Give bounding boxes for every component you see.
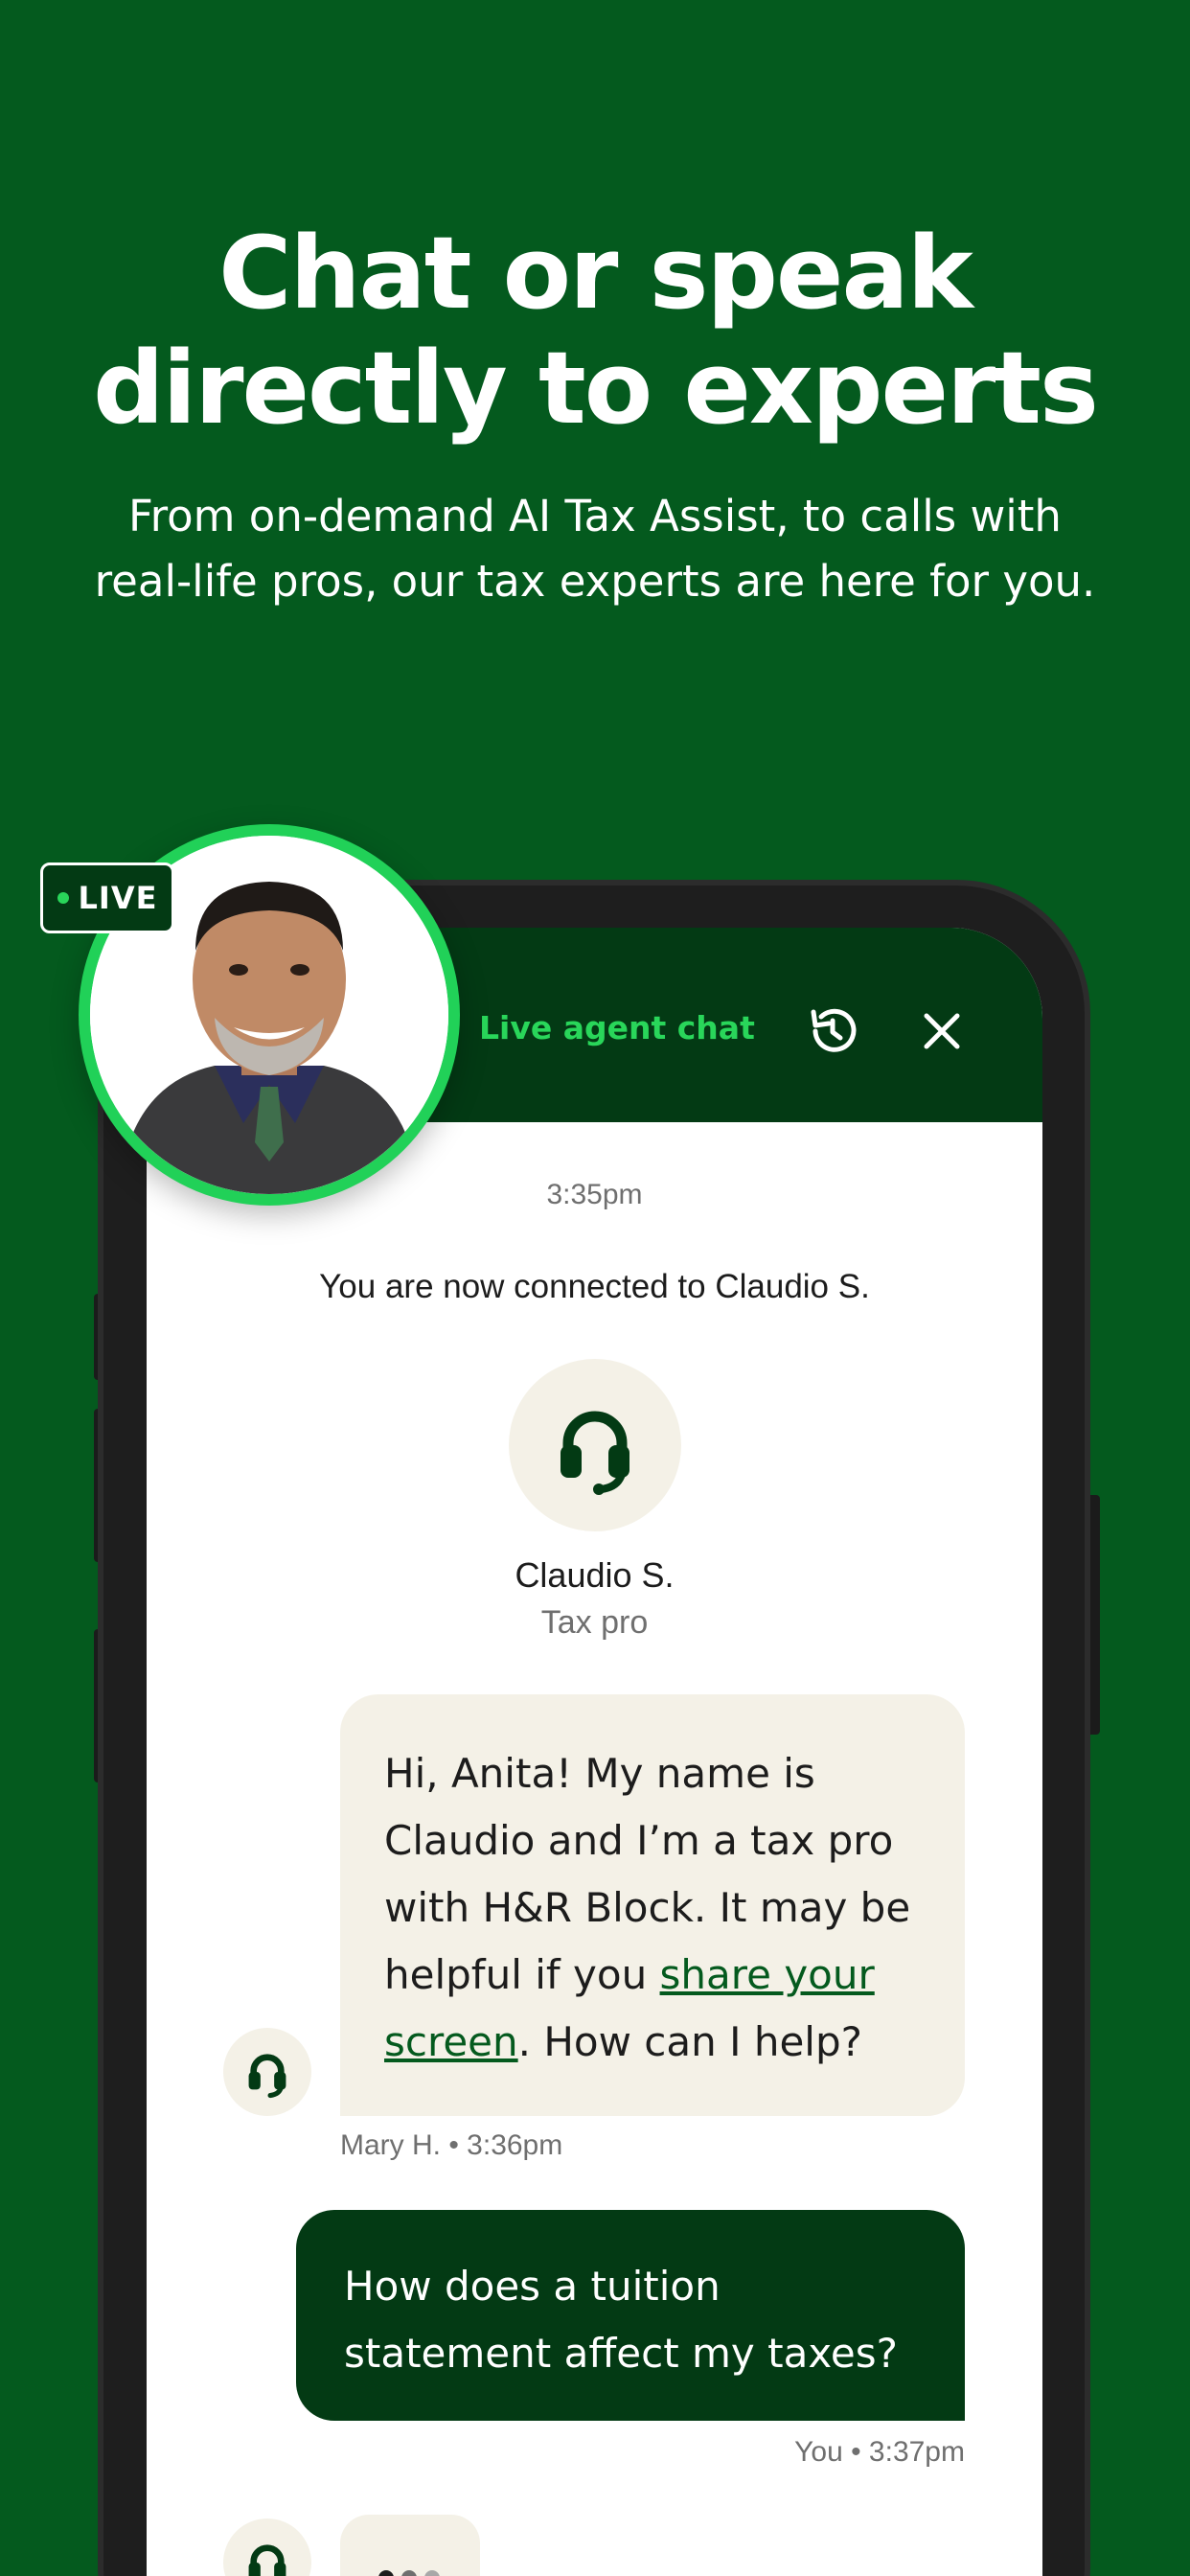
agent-message-avatar: [223, 2028, 311, 2116]
typing-dot: [378, 2570, 394, 2576]
headline-line-2: directly to experts: [93, 330, 1099, 447]
headline-line-1: Chat or speak: [218, 215, 973, 332]
close-button[interactable]: [911, 1000, 973, 1062]
agent-name: Claudio S.: [515, 1555, 675, 1595]
typing-indicator: [340, 2515, 480, 2576]
chat-title: Live agent chat: [479, 1009, 755, 1046]
headset-icon: [248, 2544, 286, 2576]
agent-role: Tax pro: [540, 1604, 649, 1641]
agent-avatar: [509, 1359, 681, 1531]
subheadline: From on-demand AI Tax Assist, to calls w…: [0, 484, 1190, 614]
user-message-meta: You • 3:37pm: [794, 2436, 965, 2468]
history-button[interactable]: [802, 1000, 863, 1062]
live-badge: LIVE: [40, 862, 174, 933]
headset-icon: [561, 1411, 629, 1495]
subheadline-line-2: real-life pros, our tax experts are here…: [94, 556, 1096, 607]
subheadline-line-1: From on-demand AI Tax Assist, to calls w…: [128, 491, 1062, 541]
headset-icon: [248, 2054, 286, 2099]
close-icon: [924, 1013, 960, 1049]
typing-avatar: [223, 2518, 311, 2576]
history-icon: [811, 1008, 857, 1052]
user-message-text: How does a tuition statement affect my t…: [344, 2263, 898, 2377]
live-label: LIVE: [78, 880, 158, 916]
agent-message-text-end: . How can I help?: [517, 2018, 862, 2065]
headline: Chat or speak directly to experts: [0, 216, 1190, 446]
typing-dot: [401, 2570, 417, 2576]
connected-message: You are now connected to Claudio S.: [319, 1268, 870, 1305]
live-dot: [57, 892, 69, 904]
typing-dot: [424, 2570, 440, 2576]
agent-message-bubble: Hi, Anita! My name is Claudio and I’m a …: [340, 1694, 965, 2116]
user-message-bubble: How does a tuition statement affect my t…: [296, 2210, 965, 2421]
agent-message-meta: Mary H. • 3:36pm: [340, 2129, 563, 2161]
